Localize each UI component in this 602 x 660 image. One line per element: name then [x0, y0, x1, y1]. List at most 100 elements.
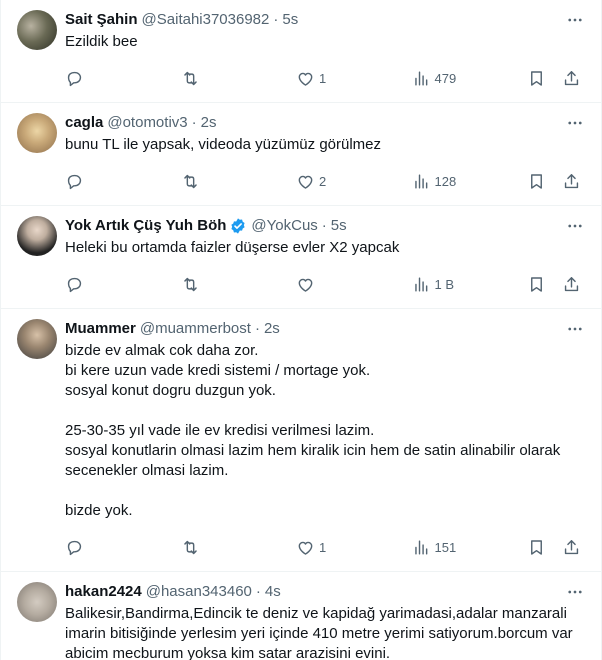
share-icon	[564, 539, 579, 554]
like-icon	[298, 278, 313, 292]
bookmark-icon	[531, 539, 542, 555]
share-icon	[564, 276, 579, 291]
bookmark-icon	[531, 70, 542, 86]
tweet-text: bunu TL ile yapsak, videoda yüzümüz görü…	[65, 136, 382, 153]
avatar[interactable]	[17, 10, 57, 50]
reply-icon	[67, 71, 82, 86]
views-button[interactable]: 479	[412, 69, 522, 88]
tweet-text: Balikesir,Bandirma,Edincik te deniz ve k…	[65, 605, 577, 660]
more-icon	[568, 327, 582, 331]
reply-icon	[67, 540, 82, 555]
author-name[interactable]: Yok Artık Çüş Yuh Böh	[65, 216, 226, 236]
retweet-icon	[183, 277, 197, 291]
author-name[interactable]: Sait Şahin	[65, 10, 138, 30]
more-icon	[568, 224, 582, 228]
timeline-feed: Sait Şahin @Saitahi37036982 · 5s Ezildik…	[0, 0, 602, 660]
like-icon	[298, 541, 313, 555]
author-handle[interactable]: @muammerbost	[140, 319, 251, 339]
avatar[interactable]	[17, 216, 57, 256]
timestamp[interactable]: 2s	[264, 319, 280, 339]
views-icon	[414, 276, 427, 292]
more-icon	[568, 18, 582, 22]
retweet-button[interactable]	[181, 69, 291, 88]
retweet-icon	[183, 174, 197, 188]
views-count: 479	[434, 70, 457, 86]
timestamp[interactable]: 5s	[282, 10, 298, 30]
timestamp[interactable]: 5s	[331, 216, 347, 236]
reply-button[interactable]	[65, 172, 175, 191]
author-handle[interactable]: @YokCus	[251, 216, 317, 236]
views-button[interactable]: 1 B	[412, 275, 522, 294]
tweet-text: Heleki bu ortamda faizler düşerse evler …	[65, 239, 400, 256]
author-name[interactable]: Muammer	[65, 319, 136, 339]
author-name[interactable]: cagla	[65, 113, 103, 133]
reply-icon	[67, 277, 82, 292]
author-handle[interactable]: @otomotiv3	[107, 113, 187, 133]
separator: ·	[321, 217, 327, 234]
bookmark-button[interactable]	[527, 69, 546, 88]
share-button[interactable]	[562, 172, 581, 191]
like-button[interactable]: 1	[296, 69, 406, 88]
share-icon	[564, 70, 579, 85]
separator: ·	[254, 320, 260, 337]
tweet-text: Ezildik bee	[65, 33, 138, 50]
like-button[interactable]: 2	[296, 172, 406, 191]
author-handle[interactable]: @Saitahi37036982	[142, 10, 270, 30]
action-bar: 1 151	[65, 527, 585, 567]
more-options-button[interactable]	[565, 10, 585, 30]
like-button[interactable]: 1	[296, 538, 406, 557]
separator: ·	[273, 11, 279, 28]
avatar[interactable]	[17, 113, 57, 153]
bookmark-button[interactable]	[527, 172, 546, 191]
action-bar: 2 128	[65, 161, 585, 201]
separator: ·	[255, 583, 261, 600]
share-button[interactable]	[562, 538, 581, 557]
share-button[interactable]	[562, 275, 581, 294]
tweet[interactable]: Sait Şahin @Saitahi37036982 · 5s Ezildik…	[1, 0, 601, 103]
action-bar: 1 479	[65, 58, 585, 98]
views-count: 151	[434, 539, 457, 555]
like-count: 1	[319, 539, 327, 555]
views-button[interactable]: 151	[412, 538, 522, 557]
like-button[interactable]	[296, 275, 406, 294]
timestamp[interactable]: 4s	[265, 582, 281, 602]
separator: ·	[191, 114, 197, 131]
avatar[interactable]	[17, 319, 57, 359]
reply-button[interactable]	[65, 69, 175, 88]
more-icon	[568, 590, 582, 594]
tweet[interactable]: Muammer @muammerbost · 2s bizde ev almak…	[1, 309, 601, 572]
bookmark-button[interactable]	[527, 275, 546, 294]
bookmark-icon	[531, 276, 542, 292]
more-icon	[568, 121, 582, 125]
retweet-button[interactable]	[181, 172, 291, 191]
more-options-button[interactable]	[565, 113, 585, 133]
action-bar: 1 B	[65, 264, 585, 304]
like-icon	[298, 175, 313, 189]
tweet[interactable]: hakan2424 @hasan343460 · 4s Balikesir,Ba…	[1, 572, 601, 660]
retweet-button[interactable]	[181, 275, 291, 294]
views-icon	[414, 70, 427, 86]
share-icon	[564, 173, 579, 188]
avatar[interactable]	[17, 582, 57, 622]
views-icon	[414, 173, 427, 189]
views-button[interactable]: 128	[412, 172, 522, 191]
views-icon	[414, 539, 427, 555]
more-options-button[interactable]	[565, 582, 585, 602]
more-options-button[interactable]	[565, 216, 585, 236]
bookmark-button[interactable]	[527, 538, 546, 557]
like-count: 1	[319, 70, 327, 86]
author-handle[interactable]: @hasan343460	[146, 582, 252, 602]
views-count: 128	[434, 173, 457, 189]
tweet[interactable]: Yok Artık Çüş Yuh Böh @YokCus · 5s Helek…	[1, 206, 601, 309]
timestamp[interactable]: 2s	[201, 113, 217, 133]
reply-button[interactable]	[65, 538, 175, 557]
tweet[interactable]: cagla @otomotiv3 · 2s bunu TL ile yapsak…	[1, 103, 601, 206]
author-name[interactable]: hakan2424	[65, 582, 142, 602]
share-button[interactable]	[562, 69, 581, 88]
reply-button[interactable]	[65, 275, 175, 294]
retweet-button[interactable]	[181, 538, 291, 557]
bookmark-icon	[531, 173, 542, 189]
more-options-button[interactable]	[565, 319, 585, 339]
like-icon	[298, 72, 313, 86]
tweet-text: bizde ev almak cok daha zor. bi kere uzu…	[65, 342, 561, 519]
